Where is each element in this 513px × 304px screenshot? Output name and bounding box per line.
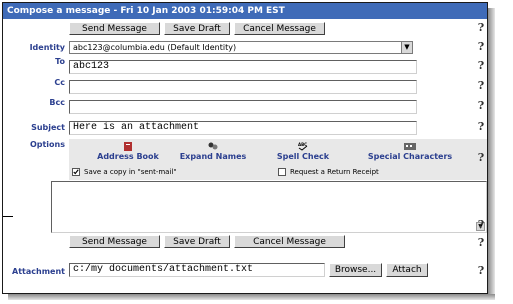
help-icon-buttons-bottom[interactable]: ?: [476, 237, 486, 249]
window-shadow-right: [488, 8, 495, 300]
help-icon-bcc[interactable]: ?: [476, 100, 486, 112]
return-receipt-label: Request a Return Receipt: [290, 168, 379, 176]
special-characters-icon: [404, 143, 416, 150]
left-edge-marker: [3, 216, 13, 217]
bcc-field[interactable]: [69, 100, 417, 114]
save-draft-button-bottom[interactable]: Save Draft: [164, 235, 230, 248]
to-label: To: [55, 57, 65, 66]
save-draft-button-top[interactable]: Save Draft: [164, 22, 230, 35]
spell-check-link[interactable]: ABC Spell Check: [267, 142, 339, 161]
send-message-button-bottom[interactable]: Send Message: [69, 235, 160, 248]
identity-select-value: abc123@columbia.edu (Default Identity): [73, 43, 237, 52]
help-icon-body[interactable]: ?: [476, 219, 486, 231]
identity-select[interactable]: abc123@columbia.edu (Default Identity) ▼: [69, 41, 413, 54]
bcc-label: Bcc: [49, 98, 65, 107]
cancel-message-button-top[interactable]: Cancel Message: [234, 22, 325, 35]
to-field[interactable]: abc123: [69, 60, 417, 74]
compose-title: Compose a message - Fri 10 Jan 2003 01:5…: [3, 3, 487, 19]
save-copy-label: Save a copy in "sent-mail": [84, 168, 177, 176]
address-book-icon: [124, 142, 132, 151]
help-icon-options[interactable]: ?: [476, 152, 486, 164]
compose-window: Compose a message - Fri 10 Jan 2003 01:5…: [2, 2, 488, 294]
help-icon-identity[interactable]: ?: [476, 41, 486, 53]
spell-check-icon: ABC: [298, 142, 308, 151]
cc-field[interactable]: [69, 80, 417, 94]
expand-names-link[interactable]: Expand Names: [173, 142, 253, 161]
identity-label: Identity: [29, 43, 65, 52]
subject-field[interactable]: Here is an attachment: [69, 121, 417, 135]
attachment-field[interactable]: c:/my documents/attachment.txt: [69, 263, 325, 277]
checkmark-icon: [73, 169, 79, 175]
cc-label: Cc: [54, 78, 65, 87]
browse-button[interactable]: Browse...: [329, 263, 382, 277]
svg-text:ABC: ABC: [298, 142, 307, 147]
return-receipt-checkbox[interactable]: [278, 168, 286, 176]
help-icon-subject[interactable]: ?: [476, 121, 486, 133]
send-message-button-top[interactable]: Send Message: [69, 22, 160, 35]
chevron-down-icon[interactable]: ▼: [401, 42, 412, 53]
address-book-label: Address Book: [97, 152, 159, 161]
spell-check-label: Spell Check: [276, 152, 330, 161]
options-bar: Address Book Expand Names ABC Spell Chec…: [69, 139, 487, 180]
expand-names-label: Expand Names: [179, 152, 247, 161]
save-copy-checkbox[interactable]: [72, 168, 80, 176]
special-characters-label: Special Characters: [367, 152, 453, 161]
expand-names-icon: [208, 142, 218, 150]
help-icon-cc[interactable]: ?: [476, 80, 486, 92]
attach-button[interactable]: Attach: [386, 263, 428, 277]
help-icon-buttons-top[interactable]: ?: [476, 22, 486, 34]
window-shadow-bottom: [8, 294, 495, 300]
help-icon-to[interactable]: ?: [476, 60, 486, 72]
options-label: Options: [29, 140, 65, 149]
special-characters-link[interactable]: Special Characters: [359, 142, 461, 161]
address-book-link[interactable]: Address Book: [83, 142, 173, 161]
cancel-message-button-bottom[interactable]: Cancel Message: [234, 235, 345, 248]
message-body-textarea[interactable]: ▼: [51, 181, 487, 233]
subject-label: Subject: [31, 123, 65, 132]
help-icon-attachment[interactable]: ?: [476, 265, 486, 277]
attachment-label: Attachment: [12, 267, 65, 276]
